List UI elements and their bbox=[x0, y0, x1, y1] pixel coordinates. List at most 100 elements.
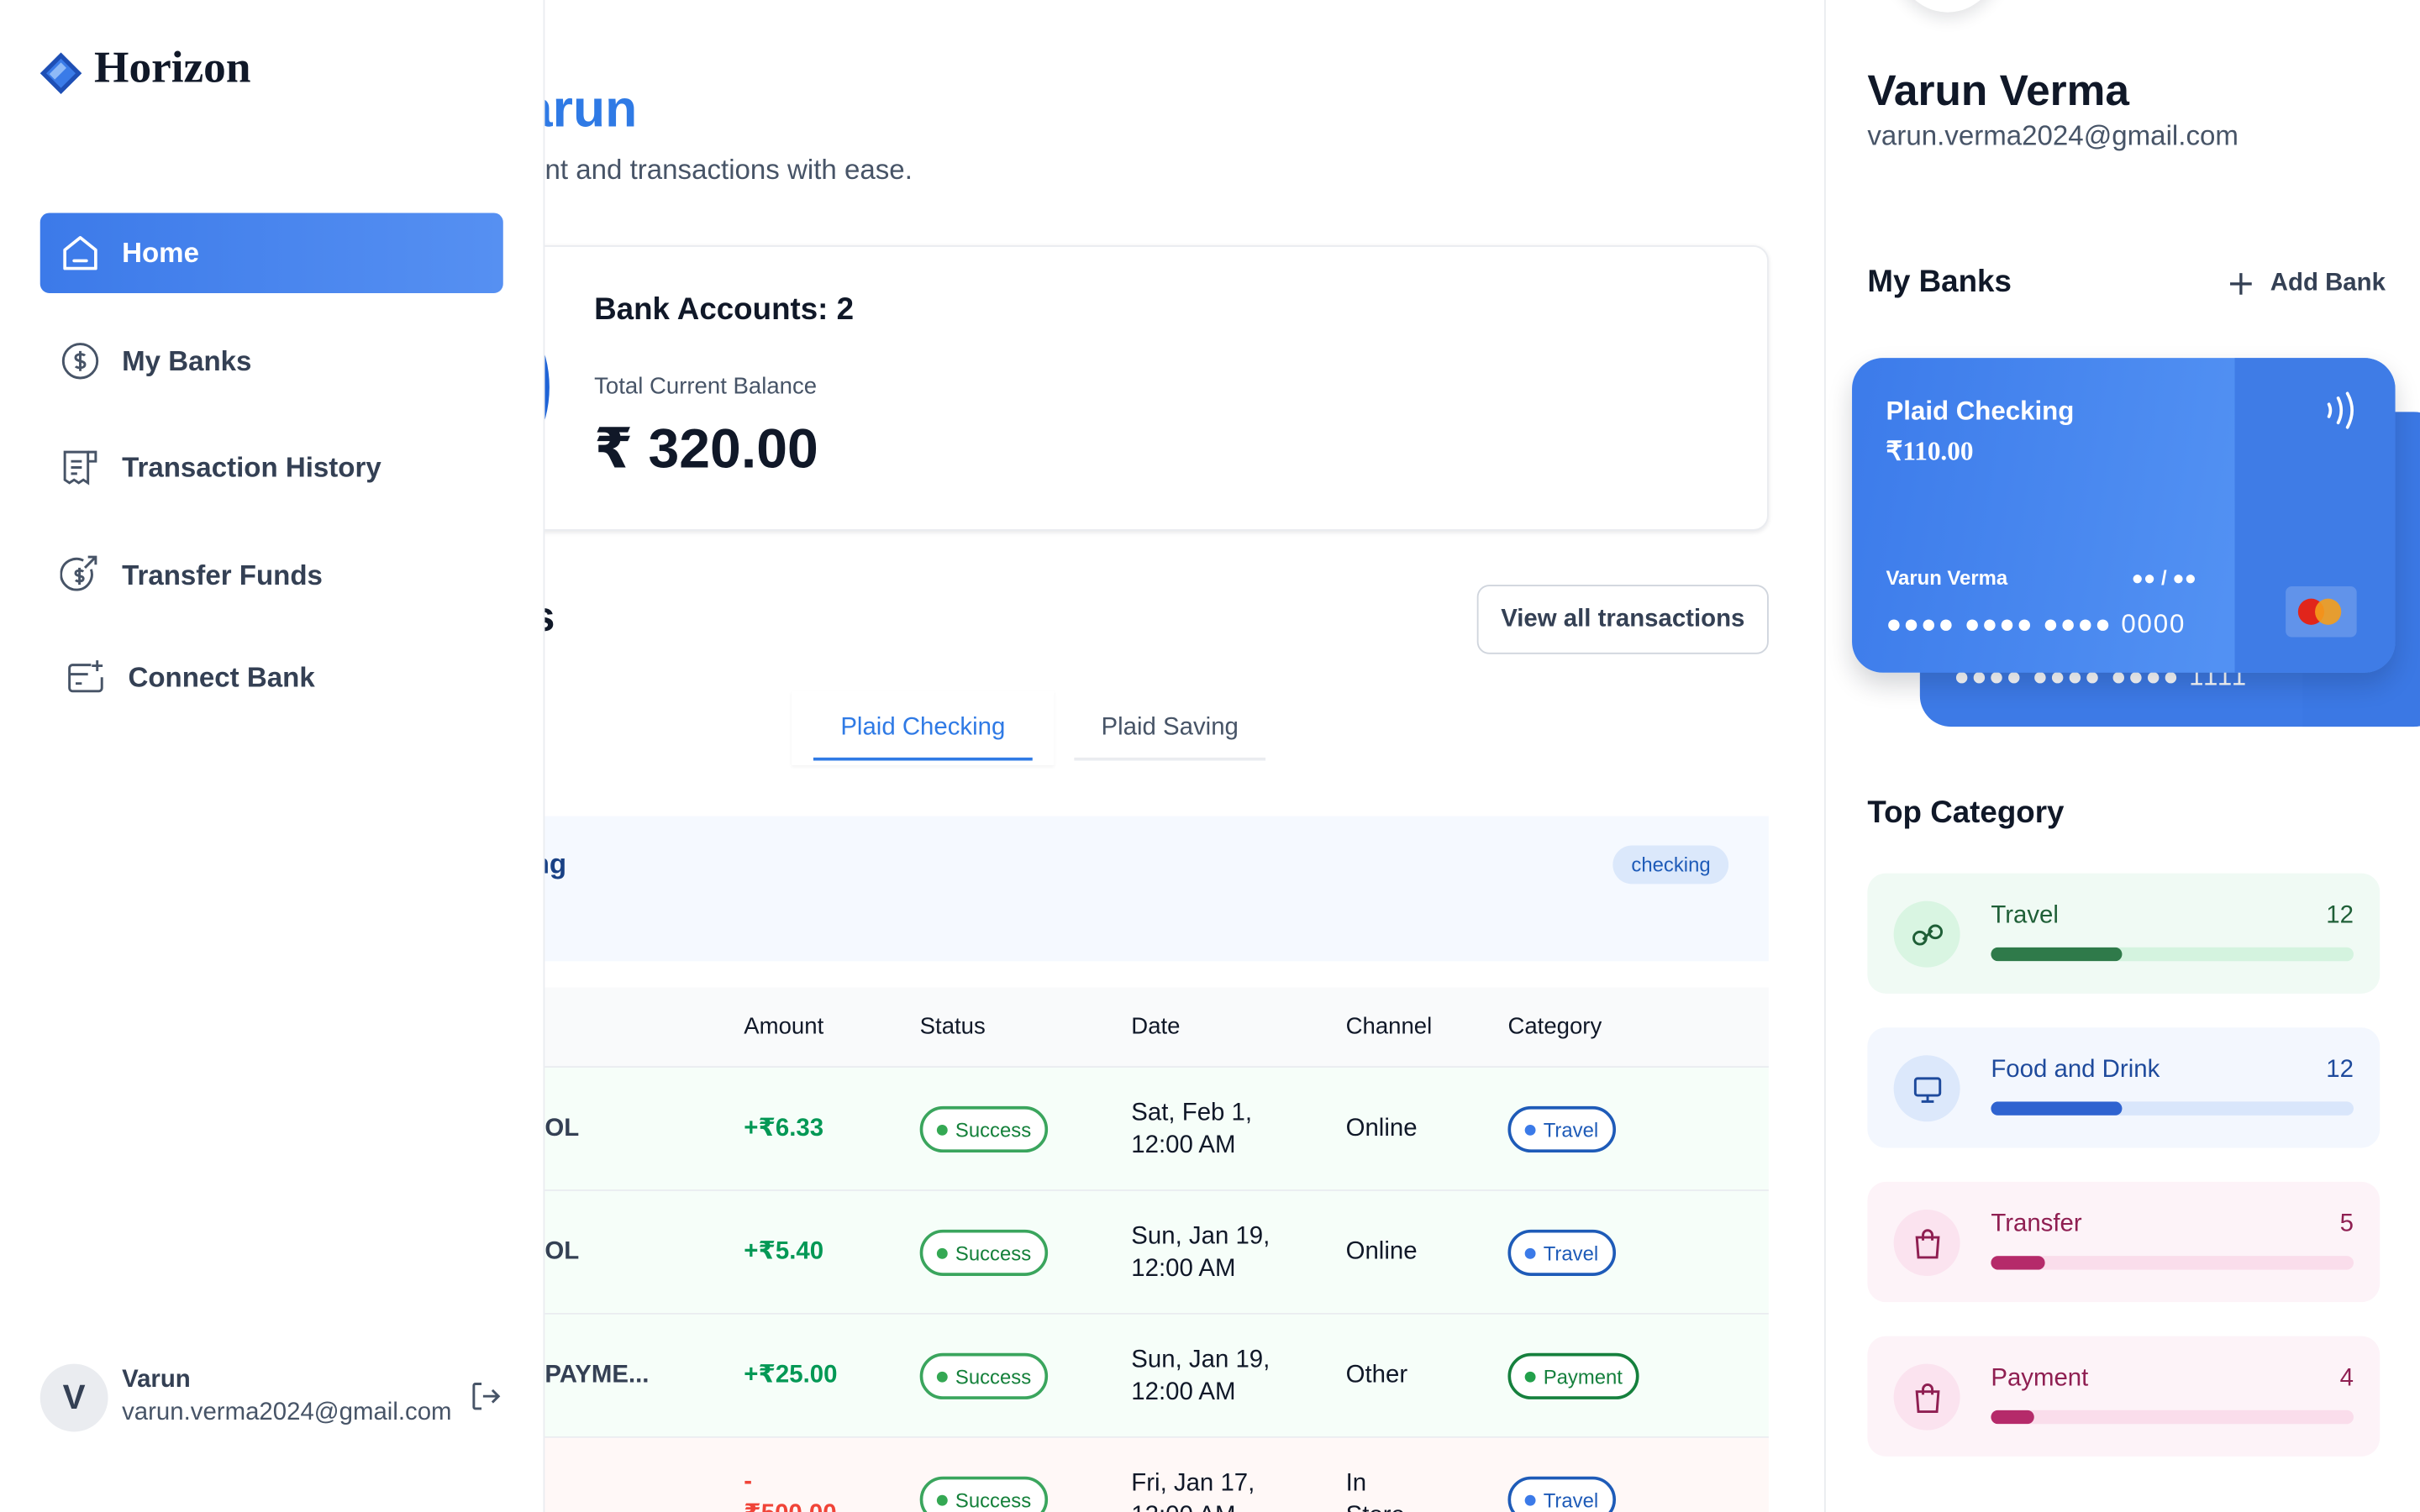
transaction-channel: In bbox=[1345, 1470, 1367, 1497]
transaction-time: 12:00 AM bbox=[1131, 1499, 1235, 1512]
bank-card[interactable]: Plaid Checking ₹110.00 Varun Verma ●● / … bbox=[1852, 358, 2396, 673]
logout-icon[interactable] bbox=[469, 1379, 502, 1413]
tab-plaid-checking[interactable]: Plaid Checking bbox=[792, 690, 1055, 766]
total-balance-label: Total Current Balance bbox=[594, 373, 818, 400]
column-header-status: Status bbox=[919, 1013, 986, 1040]
transaction-date: Fri, Jan 17, bbox=[1131, 1470, 1255, 1497]
category-icon-wrap bbox=[1893, 900, 1960, 968]
shopping-bag-icon bbox=[1914, 1383, 1939, 1413]
category-dot bbox=[1524, 1124, 1536, 1135]
status-text: Success bbox=[955, 1117, 1032, 1142]
home-icon bbox=[63, 236, 97, 270]
status-dot bbox=[936, 1370, 948, 1382]
category-progress-fill bbox=[1991, 1410, 2035, 1425]
transaction-amount-value: ₹500.00 bbox=[744, 1498, 836, 1512]
transaction-name: OL bbox=[544, 1238, 580, 1266]
category-label: Payment bbox=[1991, 1365, 2089, 1392]
transaction-channel: Other bbox=[1345, 1362, 1408, 1389]
sidebar-item-label: My Banks bbox=[122, 344, 252, 376]
app-root: , Varun ge your account and transactions… bbox=[0, 0, 2420, 1512]
link-icon bbox=[1912, 923, 1943, 945]
transaction-amount: - bbox=[744, 1468, 753, 1495]
transaction-date: Sat, Feb 1, bbox=[1131, 1100, 1253, 1126]
status-text: Success bbox=[955, 1241, 1032, 1265]
sidebar-item-connect-bank[interactable]: Connect Bank bbox=[40, 638, 503, 718]
category-count: 12 bbox=[2326, 902, 2354, 929]
category-progress-bar bbox=[1991, 1101, 2354, 1116]
transaction-time: 12:00 AM bbox=[1131, 1132, 1236, 1159]
category-progress-fill bbox=[1991, 1101, 2122, 1116]
sidebar-item-home[interactable]: Home bbox=[39, 213, 503, 293]
status-badge: Success bbox=[919, 1229, 1049, 1276]
tab-plaid-saving[interactable]: Plaid Saving bbox=[1074, 691, 1266, 765]
category-text: Travel bbox=[1543, 1241, 1599, 1265]
status-dot bbox=[936, 1124, 948, 1135]
category-item[interactable]: Payment 4 bbox=[1867, 1336, 2381, 1457]
column-header-category: Category bbox=[1507, 1013, 1602, 1040]
status-dot bbox=[936, 1247, 948, 1258]
top-category-title: Top Category bbox=[1867, 795, 2065, 831]
transaction-amount: +₹6.33 bbox=[744, 1115, 824, 1142]
app-logo-text: Horizon bbox=[94, 43, 251, 93]
transaction-channel-line2: Store bbox=[1346, 1499, 1405, 1512]
category-dot bbox=[1524, 1370, 1536, 1382]
category-dot bbox=[1524, 1247, 1536, 1258]
sidebar-item-label: Transaction History bbox=[122, 451, 381, 482]
contactless-icon bbox=[2327, 391, 2354, 429]
profile-avatar bbox=[1887, 0, 2008, 13]
sidebar-item-transaction-history[interactable]: Transaction History bbox=[40, 428, 503, 508]
column-header-amount: Amount bbox=[744, 1013, 824, 1040]
category-progress-fill bbox=[1991, 1256, 2046, 1270]
sidebar-item-label: Connect Bank bbox=[128, 661, 315, 692]
sidebar-item-my-banks[interactable]: My Banks bbox=[40, 321, 503, 402]
status-text: Success bbox=[955, 1488, 1032, 1512]
tab-underline bbox=[1074, 757, 1266, 761]
bank-accounts-count: Bank Accounts: 2 bbox=[594, 292, 855, 328]
card-bank-name: Plaid Checking bbox=[1886, 396, 2075, 426]
status-badge: Success bbox=[919, 1476, 1049, 1512]
sidebar-item-label: Home bbox=[122, 236, 199, 268]
add-bank-label: Add Bank bbox=[2270, 270, 2386, 297]
status-text: Success bbox=[955, 1364, 1032, 1389]
category-icon-wrap bbox=[1893, 1055, 1960, 1122]
transaction-channel: Online bbox=[1345, 1238, 1418, 1266]
category-badge: Payment bbox=[1507, 1352, 1640, 1399]
category-item[interactable]: Food and Drink 12 bbox=[1867, 1027, 2381, 1148]
transaction-date: Sun, Jan 19, bbox=[1131, 1347, 1270, 1373]
category-icon-wrap bbox=[1893, 1363, 1960, 1431]
transaction-time: 12:00 AM bbox=[1131, 1379, 1236, 1406]
category-item[interactable]: Transfer 5 bbox=[1867, 1181, 2381, 1303]
category-progress-bar bbox=[1991, 1256, 2354, 1270]
view-all-transactions-button[interactable]: View all transactions bbox=[1476, 585, 1769, 654]
category-label: Travel bbox=[1991, 902, 2059, 929]
plus-icon bbox=[2230, 273, 2252, 295]
footer-user-email: varun.verma2024@gmail.com bbox=[122, 1399, 452, 1426]
category-count: 12 bbox=[2326, 1057, 2354, 1084]
column-header-channel: Channel bbox=[1345, 1013, 1433, 1040]
category-text: Payment bbox=[1543, 1364, 1623, 1389]
dollar-circle-icon bbox=[61, 343, 99, 380]
sidebar: Horizon Home My Banks Transaction Histor… bbox=[0, 0, 545, 1512]
footer-user-name: Varun bbox=[122, 1367, 191, 1394]
column-header-date: Date bbox=[1131, 1013, 1181, 1040]
category-badge: Travel bbox=[1507, 1476, 1616, 1512]
transaction-name: OL bbox=[544, 1115, 580, 1142]
category-item[interactable]: Travel 12 bbox=[1867, 873, 2381, 994]
transaction-date: Sun, Jan 19, bbox=[1131, 1223, 1270, 1250]
category-dot bbox=[1524, 1494, 1536, 1505]
sidebar-item-transfer-funds[interactable]: Transfer Funds bbox=[40, 535, 503, 616]
transaction-amount: +₹25.00 bbox=[744, 1362, 838, 1389]
monitor-icon bbox=[1912, 1076, 1941, 1102]
add-bank-button[interactable]: Add Bank bbox=[2227, 265, 2386, 302]
category-badge: Travel bbox=[1507, 1229, 1616, 1276]
shopping-bag-icon bbox=[1914, 1228, 1939, 1258]
category-label: Food and Drink bbox=[1991, 1057, 2160, 1084]
profile-name: Varun Verma bbox=[1867, 66, 2130, 114]
avatar: V bbox=[39, 1363, 108, 1432]
status-badge: Success bbox=[919, 1352, 1049, 1399]
category-progress-bar bbox=[1991, 947, 2354, 962]
my-banks-title: My Banks bbox=[1867, 265, 2012, 300]
category-text: Travel bbox=[1543, 1117, 1599, 1142]
category-count: 4 bbox=[2339, 1365, 2354, 1392]
transaction-amount: +₹5.40 bbox=[744, 1238, 824, 1266]
